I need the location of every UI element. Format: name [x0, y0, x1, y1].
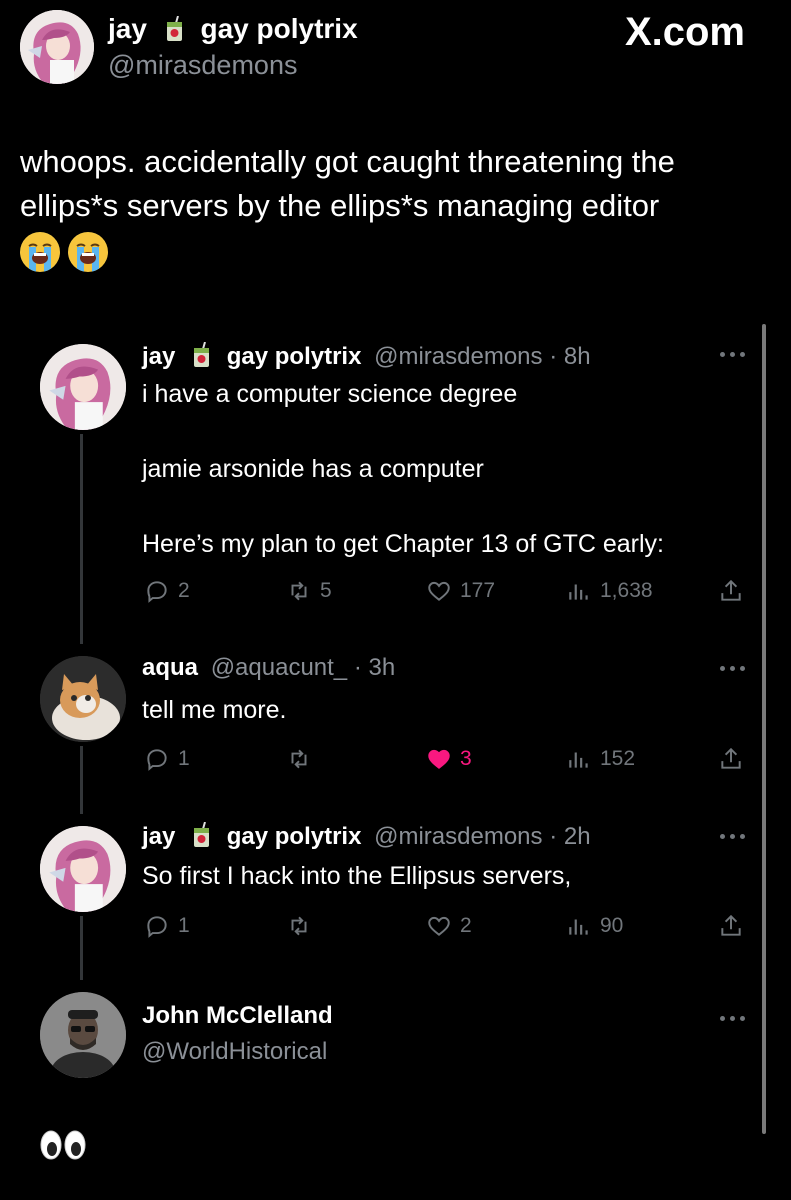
- reply-text-line: jamie arsonide has a computer: [142, 455, 484, 483]
- like-count: 3: [460, 747, 472, 770]
- reply-author-name-rest: gay polytrix: [226, 823, 362, 850]
- reply-author-name: John McClelland: [142, 1002, 333, 1029]
- heart-icon: [428, 916, 450, 936]
- more-options-icon[interactable]: [720, 1016, 746, 1022]
- repost-count: 5: [320, 579, 332, 602]
- reply-button[interactable]: 2: [144, 578, 190, 604]
- x-com-watermark: X.com: [625, 10, 745, 55]
- reply-avatar[interactable]: [40, 992, 126, 1078]
- views-icon: [569, 752, 588, 768]
- views-icon: [569, 919, 588, 935]
- more-options-icon[interactable]: [720, 352, 746, 358]
- author-avatar[interactable]: [20, 10, 94, 84]
- reply-avatar[interactable]: [40, 656, 126, 742]
- reply-button[interactable]: 1: [144, 913, 190, 939]
- share-icon: [721, 579, 741, 601]
- thread-connector: [80, 434, 83, 644]
- reply-text-line: So first I hack into the Ellipsus server…: [142, 862, 572, 890]
- reply-count: 1: [178, 914, 190, 937]
- reply-avatar[interactable]: [40, 344, 126, 430]
- reply-author-handle: @WorldHistorical: [142, 1038, 328, 1065]
- more-options-icon[interactable]: [720, 666, 746, 672]
- reply-icon: [147, 749, 167, 771]
- repost-icon: [291, 749, 307, 769]
- reply-text-line: tell me more.: [142, 696, 287, 724]
- views-count: 152: [600, 747, 636, 770]
- like-button[interactable]: 177: [426, 578, 495, 604]
- share-button[interactable]: [718, 746, 744, 772]
- reply-icon: [147, 916, 167, 938]
- eyes-icon: [40, 1130, 62, 1160]
- reply-meta: @mirasdemons · 8h: [374, 343, 591, 370]
- reply-count: 2: [178, 579, 190, 602]
- reply-text-line: i have a computer science degree: [142, 380, 518, 408]
- loudly-crying-face-icon: [68, 232, 108, 272]
- watermark-text: X.com: [624, 10, 745, 54]
- thread-connector: [80, 916, 83, 980]
- share-icon: [721, 747, 741, 769]
- reply-author-name-first: jay: [142, 343, 176, 370]
- thread-connector: [80, 746, 83, 814]
- views-count: 1,638: [600, 579, 653, 602]
- share-button[interactable]: [718, 913, 744, 939]
- juice-box-icon: [165, 15, 185, 42]
- like-count: 2: [460, 914, 472, 937]
- reply-author-name: aqua: [142, 654, 199, 681]
- reply-icon: [147, 581, 167, 603]
- reply-text-line: Here’s my plan to get Chapter 13 of GTC …: [142, 530, 664, 558]
- repost-icon: [291, 581, 307, 601]
- reply-meta: @mirasdemons · 2h: [374, 823, 591, 850]
- reply-button[interactable]: 1: [144, 746, 190, 772]
- like-button[interactable]: 3: [426, 746, 472, 772]
- views-button[interactable]: 152: [566, 746, 635, 772]
- like-count: 177: [460, 579, 496, 602]
- loudly-crying-face-icon: [20, 232, 60, 272]
- share-icon: [721, 914, 741, 936]
- more-options-icon[interactable]: [720, 834, 746, 840]
- like-button[interactable]: 2: [426, 913, 472, 939]
- reply-meta: @aquacunt_ · 3h: [210, 654, 396, 681]
- repost-icon: [291, 916, 307, 936]
- reply-author-name-rest: gay polytrix: [226, 343, 362, 370]
- reply-avatar[interactable]: [40, 826, 126, 912]
- repost-button[interactable]: 5: [286, 578, 332, 604]
- juice-box-icon: [192, 821, 212, 848]
- juice-box-icon: [192, 341, 212, 368]
- heart-filled-icon: [428, 749, 450, 769]
- author-name-first: jay: [108, 13, 147, 44]
- scrollbar[interactable]: [762, 324, 766, 1134]
- views-count: 90: [600, 914, 624, 937]
- views-icon: [569, 584, 588, 600]
- post-text: whoops. accidentally got caught threaten…: [20, 144, 675, 223]
- heart-icon: [428, 581, 450, 601]
- author-name-rest: gay polytrix: [200, 13, 358, 44]
- reply-count: 1: [178, 747, 190, 770]
- views-button[interactable]: 90: [566, 913, 623, 939]
- author-handle: @mirasdemons: [108, 50, 298, 80]
- share-button[interactable]: [718, 578, 744, 604]
- repost-button[interactable]: [286, 913, 320, 939]
- eyes-icon: [64, 1130, 86, 1160]
- repost-button[interactable]: [286, 746, 320, 772]
- views-button[interactable]: 1,638: [566, 578, 653, 604]
- reply-author-name-first: jay: [142, 823, 176, 850]
